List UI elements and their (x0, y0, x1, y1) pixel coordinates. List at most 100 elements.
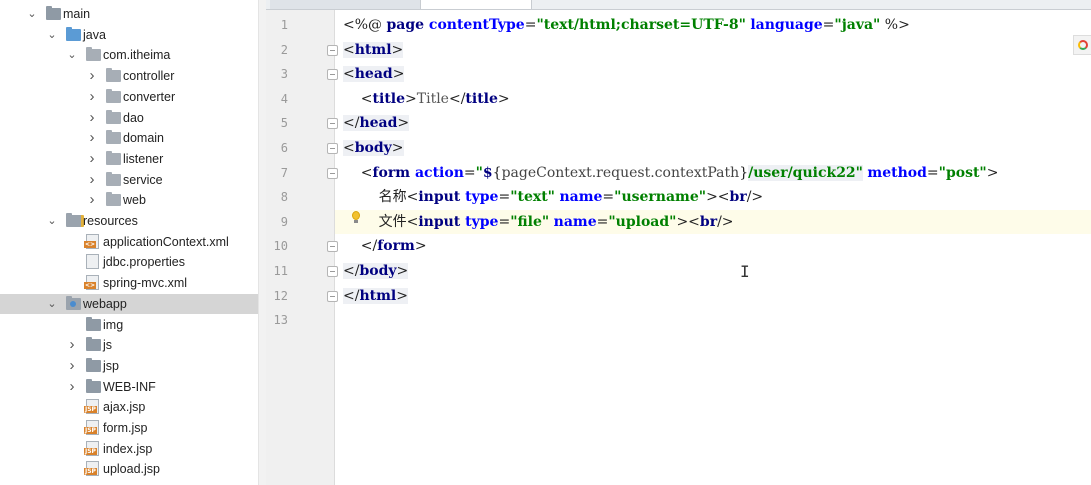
tree-item-dao[interactable]: › dao (0, 108, 258, 128)
code-token: head (359, 115, 398, 132)
tree-item-label: web (123, 193, 146, 208)
tree-item-ajax-jsp[interactable]: JSP ajax.jsp (0, 397, 258, 417)
code-token: > (405, 90, 417, 107)
code-line[interactable]: </head> (335, 111, 1091, 135)
tree-item-domain[interactable]: › domain (0, 128, 258, 148)
chevron-right-icon[interactable]: › (86, 128, 98, 148)
chevron-right-icon[interactable]: › (66, 377, 78, 397)
code-line[interactable] (335, 308, 1091, 332)
chevron-down-icon[interactable]: ⌄ (46, 211, 58, 231)
tree-item-label: jdbc.properties (103, 255, 185, 270)
tree-item-web-inf[interactable]: › WEB-INF (0, 377, 258, 397)
chevron-right-icon[interactable]: › (86, 170, 98, 190)
code-line[interactable]: <%@ page contentType="text/html;charset=… (335, 13, 1091, 37)
code-line[interactable]: </form> (335, 234, 1091, 258)
chrome-icon (1078, 40, 1088, 50)
tree-item-jsp[interactable]: › jsp (0, 356, 258, 376)
chevron-right-icon[interactable]: › (86, 108, 98, 128)
code-token: >< (706, 189, 730, 206)
tree-item-label: spring-mvc.xml (103, 276, 188, 291)
tree-item-web[interactable]: › web (0, 190, 258, 210)
code-token: form (372, 164, 415, 181)
code-token: Title (416, 90, 449, 107)
tree-item-img[interactable]: img (0, 315, 258, 335)
code-token: = (524, 17, 537, 33)
code-token: body (359, 263, 397, 279)
code-token: </ (343, 287, 360, 304)
tree-item-java[interactable]: ⌄ java (0, 25, 258, 45)
editor-tab-active[interactable] (421, 0, 532, 9)
tree-item-js[interactable]: › js (0, 335, 258, 355)
folder-icon (86, 337, 101, 352)
tree-item-resources[interactable]: ⌄ resources (0, 211, 258, 231)
chevron-down-icon[interactable]: ⌄ (66, 45, 78, 65)
tree-item-main[interactable]: ⌄ main (0, 4, 258, 24)
chevron-down-icon[interactable]: ⌄ (46, 294, 58, 314)
tree-item-controller[interactable]: › controller (0, 66, 258, 86)
code-token: < (343, 164, 373, 181)
line-number: 1 (280, 18, 288, 32)
line-number: 10 (273, 239, 288, 254)
code-line[interactable]: </body> (335, 259, 1091, 283)
jsp-file-icon: JSP (84, 399, 99, 415)
tree-item-listener[interactable]: › listener (0, 149, 258, 169)
package-icon (86, 47, 101, 62)
tree-item-applicationcontext-xml[interactable]: <> applicationContext.xml (0, 232, 258, 252)
chevron-right-icon[interactable]: › (66, 335, 78, 355)
line-number: 7 (280, 165, 288, 180)
chevron-right-icon[interactable]: › (86, 66, 98, 86)
tree-item-label: WEB-INF (103, 379, 156, 394)
code-token: > (392, 66, 405, 83)
code-token: contentType (428, 17, 525, 33)
tree-item-jdbc-properties[interactable]: jdbc.properties (0, 252, 258, 272)
project-tree: ⌄ main ⌄ java ⌄ com.itheima › controller › conver… (0, 0, 258, 485)
code-line[interactable]: <title>Title</title> (335, 87, 1091, 111)
tree-item-upload-jsp[interactable]: JSP upload.jsp (0, 459, 258, 479)
jsp-file-icon: JSP (84, 420, 99, 435)
chevron-right-icon[interactable]: › (86, 87, 98, 107)
lightbulb-intention-icon[interactable] (351, 211, 361, 224)
code-line[interactable]: <html> (335, 38, 1091, 62)
code-token: "text/html;charset=UTF-8" (536, 17, 746, 33)
code-token: %> (880, 17, 910, 33)
tree-item-spring-mvc-xml[interactable]: <> spring-mvc.xml (0, 273, 258, 293)
code-token: </ (343, 263, 360, 279)
editor-tab[interactable] (270, 0, 421, 9)
code-editor[interactable]: <%@ page contentType="text/html;charset=… (335, 10, 1091, 485)
editor-tab-bar (266, 0, 1091, 10)
tree-item-label: index.jsp (103, 441, 153, 456)
tree-item-converter[interactable]: › converter (0, 87, 258, 107)
code-line[interactable]: 名称<input type="text" name="username"><br… (335, 185, 1091, 209)
code-token: >< (676, 213, 700, 230)
code-token: $ (482, 164, 493, 181)
tree-item-service[interactable]: › service (0, 170, 258, 190)
code-line[interactable]: <form action="${pageContext.request.cont… (335, 161, 1091, 185)
code-line[interactable]: <head> (335, 62, 1091, 86)
code-token: > (391, 140, 404, 156)
tree-item-com-itheima[interactable]: ⌄ com.itheima (0, 45, 258, 65)
code-token: </ (343, 238, 378, 255)
code-token: 名称< (343, 189, 419, 206)
chevron-right-icon[interactable]: › (86, 190, 98, 210)
chevron-down-icon[interactable]: ⌄ (26, 4, 38, 24)
code-token: title (372, 90, 406, 107)
chevron-down-icon[interactable]: ⌄ (46, 25, 58, 45)
code-line[interactable]: <body> (335, 136, 1091, 160)
code-line[interactable]: 文件<input type="file" name="upload"><br/> (335, 209, 1091, 234)
line-number: 5 (280, 116, 288, 131)
chevron-right-icon[interactable]: › (66, 356, 78, 376)
code-token: <%@ (343, 17, 387, 33)
code-token: < (343, 90, 373, 107)
tree-item-form-jsp[interactable]: JSP form.jsp (0, 418, 258, 438)
tree-item-label: converter (123, 89, 176, 104)
code-token: /user/quick22" (748, 164, 863, 181)
code-token: html (354, 41, 392, 58)
tree-item-webapp[interactable]: ⌄ webapp (0, 293, 258, 314)
code-token: pageContext.request.contextPath (501, 164, 740, 181)
chevron-right-icon[interactable]: › (86, 149, 98, 169)
code-token: > (497, 90, 510, 107)
browser-preview-button[interactable] (1073, 35, 1091, 55)
tree-item-index-jsp[interactable]: JSP index.jsp (0, 439, 258, 459)
code-line[interactable]: </html> (335, 284, 1091, 308)
tree-item-label: js (103, 338, 113, 353)
